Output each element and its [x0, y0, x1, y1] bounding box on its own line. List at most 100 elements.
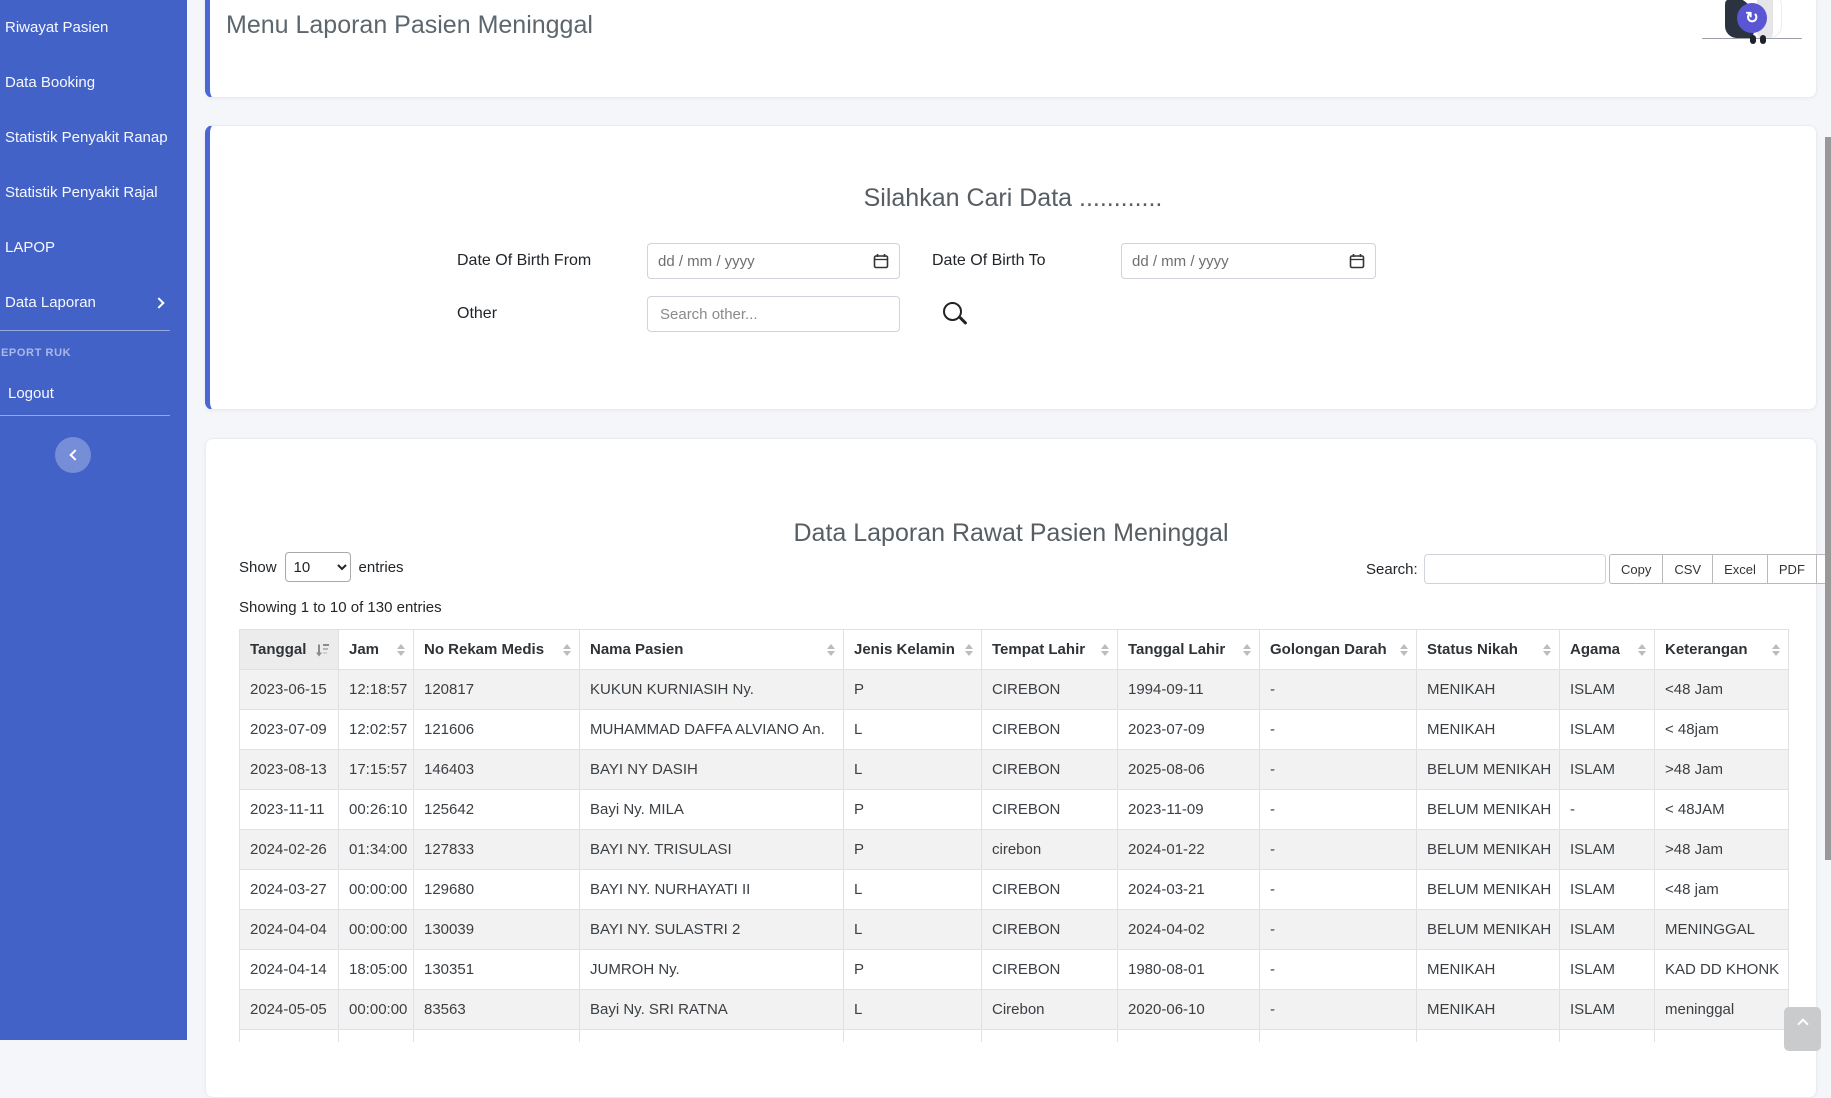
table-cell: MENIKAH: [1417, 710, 1560, 750]
dob-from-label: Date Of Birth From: [457, 252, 591, 270]
sidebar-item-statistik-penyakit-ranap[interactable]: Statistik Penyakit Ranap: [0, 110, 187, 165]
column-header-keterangan[interactable]: Keterangan: [1655, 630, 1789, 670]
sidebar-item-logout[interactable]: Logout: [0, 372, 187, 414]
sidebar: Riwayat Pasien Data Booking Statistik Peny…: [0, 0, 187, 1040]
refresh-icon[interactable]: ↻: [1737, 3, 1767, 33]
column-header-tanggal[interactable]: Tanggal: [240, 630, 339, 670]
table-row: 2023-07-0912:02:57121606MUHAMMAD DAFFA A…: [240, 710, 1789, 750]
table-cell: ISLAM: [1560, 670, 1655, 710]
table-cell: >48 Jam: [1655, 750, 1789, 790]
table-search-group: Search:: [1366, 554, 1606, 584]
column-header-golongan-darah[interactable]: Golongan Darah: [1260, 630, 1417, 670]
table-cell: 01:34:00: [339, 830, 414, 870]
table-cell: 129680: [414, 870, 580, 910]
table-cell: ISLAM: [1560, 870, 1655, 910]
table-cell: ISLAM: [1560, 990, 1655, 1030]
table-cell: CIREBON: [982, 710, 1118, 750]
sort-up-arrow: [1772, 644, 1780, 649]
column-header-label: Tanggal Lahir: [1128, 641, 1225, 658]
table-row: 2023-11-1100:26:10125642Bayi Ny. MILAPCI…: [240, 790, 1789, 830]
table-cell: BELUM MENIKAH: [1417, 910, 1560, 950]
table-cell: -: [1260, 950, 1417, 990]
table-cell: -: [1260, 910, 1417, 950]
avatar[interactable]: ↻: [1702, 0, 1802, 39]
scroll-to-top-button[interactable]: [1784, 1007, 1821, 1051]
vertical-scrollbar-thumb[interactable]: [1825, 137, 1831, 860]
sidebar-item-data-booking[interactable]: Data Booking: [0, 55, 187, 110]
sidebar-item-label: Riwayat Pasien: [5, 19, 108, 36]
table-cell: -: [1260, 870, 1417, 910]
table-cell: 2024-05-05: [240, 990, 339, 1030]
sidebar-section-label: EPORT RUK: [1, 347, 71, 359]
dob-from-input[interactable]: dd / mm / yyyy: [647, 243, 900, 279]
search-icon[interactable]: [943, 302, 962, 321]
table-cell: 127833: [414, 830, 580, 870]
sidebar-item-statistik-penyakit-rajal[interactable]: Statistik Penyakit Rajal: [0, 165, 187, 220]
chevron-up-icon: [1797, 1018, 1808, 1029]
table-cell: BAYI NY DASIH: [580, 750, 844, 790]
column-header-label: Keterangan: [1665, 641, 1748, 658]
page-length-select[interactable]: 10: [285, 552, 351, 582]
table-cell: 18:05:00: [339, 950, 414, 990]
table-cell: KAD DD KHONK: [1655, 950, 1789, 990]
sidebar-collapse-button[interactable]: [55, 437, 91, 473]
table-search-input[interactable]: [1424, 554, 1606, 584]
table-cell: 2023-08-13: [240, 750, 339, 790]
dob-to-input[interactable]: dd / mm / yyyy: [1121, 243, 1376, 279]
table-cell: MENIKAH: [1417, 950, 1560, 990]
column-header-tanggal-lahir[interactable]: Tanggal Lahir: [1118, 630, 1260, 670]
column-header-jenis-kelamin[interactable]: Jenis Kelamin: [844, 630, 982, 670]
table-cell: CIREBON: [982, 910, 1118, 950]
entries-label: entries: [359, 559, 404, 576]
calendar-icon[interactable]: [1349, 253, 1365, 269]
table-cell: <48 jam: [1655, 870, 1789, 910]
table-cell: 120817: [414, 670, 580, 710]
table-cell: < 48jam: [1655, 710, 1789, 750]
table-cell: 00:00:00: [339, 910, 414, 950]
sort-up-arrow: [1400, 644, 1408, 649]
sidebar-item-label: Statistik Penyakit Rajal: [5, 184, 158, 201]
table-row: 2024-03-2700:00:00129680BAYI NY. NURHAYA…: [240, 870, 1789, 910]
export-button-copy[interactable]: Copy: [1609, 554, 1663, 584]
table-cell: -: [1260, 750, 1417, 790]
export-button-excel[interactable]: Excel: [1712, 554, 1768, 584]
table-cell: JUMROH Ny.: [580, 950, 844, 990]
table-cell: ISLAM: [1560, 950, 1655, 990]
table-cell: P: [844, 830, 982, 870]
table-cell: 1994-09-11: [1118, 670, 1260, 710]
sort-down-arrow: [1543, 651, 1551, 656]
column-header-agama[interactable]: Agama: [1560, 630, 1655, 670]
table-cell: 1980-08-01: [1118, 950, 1260, 990]
table-cell: CIREBON: [982, 750, 1118, 790]
sort-both-icon: [1101, 644, 1109, 656]
other-input-wrap: [647, 296, 900, 332]
table-cell: 2023-11-11: [240, 790, 339, 830]
sidebar-item-lapop[interactable]: LAPOP: [0, 220, 187, 275]
table-cell: L: [844, 750, 982, 790]
sidebar-item-data-laporan[interactable]: Data Laporan: [0, 275, 187, 330]
column-header-status-nikah[interactable]: Status Nikah: [1417, 630, 1560, 670]
export-button-csv[interactable]: CSV: [1662, 554, 1713, 584]
column-header-no-rekam-medis[interactable]: No Rekam Medis: [414, 630, 580, 670]
export-button-pdf[interactable]: PDF: [1767, 554, 1817, 584]
sidebar-divider: [0, 415, 170, 416]
sidebar-nav: Riwayat Pasien Data Booking Statistik Peny…: [0, 0, 187, 330]
column-header-tempat-lahir[interactable]: Tempat Lahir: [982, 630, 1118, 670]
table-row: 2024-04-1418:05:00130351JUMROH Ny.PCIREB…: [240, 950, 1789, 990]
column-header-label: Golongan Darah: [1270, 641, 1387, 658]
sidebar-item-riwayat-pasien[interactable]: Riwayat Pasien: [0, 0, 187, 55]
column-header-label: Jenis Kelamin: [854, 641, 955, 658]
column-header-label: Tempat Lahir: [992, 641, 1085, 658]
table-cell: CIREBON: [982, 950, 1118, 990]
column-header-nama-pasien[interactable]: Nama Pasien: [580, 630, 844, 670]
other-input[interactable]: [658, 305, 889, 324]
search-panel-title: Silahkan Cari Data ............: [210, 184, 1816, 213]
table-cell: -: [1560, 790, 1655, 830]
calendar-icon[interactable]: [873, 253, 889, 269]
column-header-label: Status Nikah: [1427, 641, 1518, 658]
page-title: Menu Laporan Pasien Meninggal: [226, 11, 593, 40]
chevron-right-icon: [153, 297, 164, 308]
column-header-jam[interactable]: Jam: [339, 630, 414, 670]
table-cell: 00:26:10: [339, 790, 414, 830]
sidebar-item-label: Data Booking: [5, 74, 95, 91]
